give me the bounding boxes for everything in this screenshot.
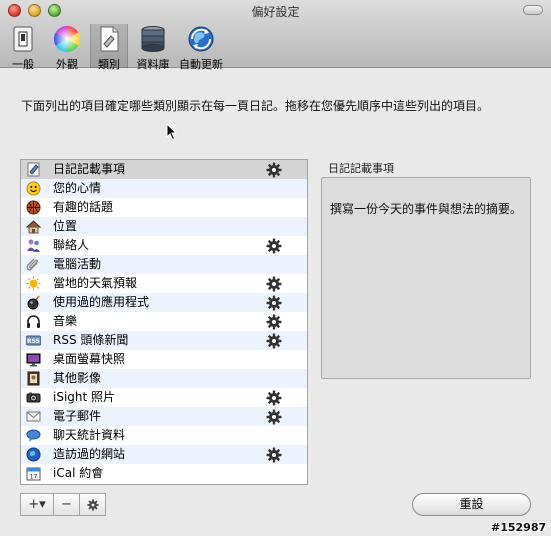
category-label: iCal 約會 <box>53 466 104 480</box>
category-row[interactable]: 位置 <box>21 217 307 236</box>
category-row[interactable]: iSight 照片 <box>21 388 307 407</box>
category-row[interactable]: 有趣的話題 <box>21 198 307 217</box>
gear-icon[interactable] <box>266 390 282 406</box>
toolbar-item-label: 自動更新 <box>179 58 223 71</box>
category-row[interactable]: 當地的天氣預報 <box>21 274 307 293</box>
globe-refresh-icon <box>188 26 214 52</box>
camera-icon <box>26 392 41 403</box>
instructions-text: 下面列出的項目確定哪些類別顯示在每一頁日記。拖移在您優先順序中這些列出的項目。 <box>21 99 490 113</box>
category-row[interactable]: RSS RSS 頭條新聞 <box>21 331 307 350</box>
window-title: 偏好設定 <box>251 5 300 19</box>
svg-text:17: 17 <box>30 474 38 481</box>
gear-icon[interactable] <box>266 447 282 463</box>
category-row[interactable]: 您的心情 <box>21 179 307 198</box>
headphones-icon <box>27 315 40 328</box>
watermark-text: #152987 <box>491 521 547 534</box>
category-label: 使用過的應用程式 <box>53 295 150 309</box>
category-label: 聊天統計資料 <box>53 428 126 442</box>
category-label: 您的心情 <box>53 181 102 195</box>
house-icon <box>26 220 41 234</box>
title-bar: 偏好設定 一般 外觀 類別 資料庫 自動更新 <box>0 0 551 71</box>
category-row[interactable]: 電子郵件 <box>21 407 307 426</box>
toolbar-item-label: 類別 <box>98 58 120 71</box>
svg-text:RSS: RSS <box>27 338 40 345</box>
detail-description: 撰寫一份今天的事件與想法的摘要。 <box>321 177 531 379</box>
toolbar-item-categories[interactable]: 類別 <box>90 24 128 71</box>
category-row[interactable]: 其他影像 <box>21 369 307 388</box>
toolbar-item-label: 一般 <box>12 58 34 71</box>
category-label: 電子郵件 <box>53 409 102 423</box>
journal-icon <box>27 162 40 177</box>
category-row[interactable]: 使用過的應用程式 <box>21 293 307 312</box>
basketball-icon <box>26 200 41 215</box>
category-label: RSS 頭條新聞 <box>53 333 129 347</box>
category-row[interactable]: 音樂 <box>21 312 307 331</box>
category-action-button[interactable] <box>79 493 106 516</box>
category-row[interactable]: 造訪過的網站 <box>21 445 307 464</box>
gear-icon[interactable] <box>266 238 282 254</box>
remove-category-button[interactable]: − <box>53 493 80 516</box>
bomb-icon <box>27 295 40 310</box>
category-label: 電腦活動 <box>53 257 102 271</box>
sun-icon <box>26 276 41 291</box>
category-label: 日記記載事項 <box>53 162 126 176</box>
smiley-icon <box>26 181 41 196</box>
category-label: 當地的天氣預報 <box>53 276 138 290</box>
category-label: 造訪過的網站 <box>53 447 126 461</box>
reset-button[interactable]: 重設 <box>412 493 531 516</box>
category-label: 音樂 <box>53 314 78 328</box>
category-label: 位置 <box>53 219 78 233</box>
category-row[interactable]: 桌面螢幕快照 <box>21 350 307 369</box>
gear-icon[interactable] <box>266 314 282 330</box>
toolbar-item-auto-update[interactable]: 自動更新 <box>176 24 226 71</box>
list-button-bar: +▾ − <box>20 493 106 516</box>
category-row[interactable]: 聊天統計資料 <box>21 426 307 445</box>
gear-icon[interactable] <box>266 295 282 311</box>
category-label: 桌面螢幕快照 <box>53 352 126 366</box>
gear-icon <box>86 498 99 511</box>
category-list[interactable]: 日記記載事項 您的心情有趣的話題位置聯絡人電腦活動當地的天氣預報 使用過的應用程式音… <box>20 159 308 485</box>
envelope-icon <box>26 411 41 422</box>
toolbar-item-label: 資料庫 <box>136 58 170 71</box>
toolbar-toggle-button[interactable] <box>523 5 543 15</box>
globe-icon <box>26 447 41 462</box>
category-row[interactable]: 17 iCal 約會 <box>21 464 307 483</box>
gear-icon[interactable] <box>266 333 282 349</box>
mouse-cursor-icon <box>166 123 178 141</box>
category-row[interactable]: 聯絡人 <box>21 236 307 255</box>
picture-frame-icon <box>27 371 40 386</box>
database-icon <box>141 26 165 52</box>
color-wheel-icon <box>53 25 81 53</box>
category-label: 有趣的話題 <box>53 200 114 214</box>
category-label: 聯絡人 <box>53 238 90 252</box>
switch-icon <box>13 26 33 52</box>
document-icon <box>100 26 119 52</box>
paperclip-icon <box>26 258 38 271</box>
preferences-window: 偏好設定 一般 外觀 類別 資料庫 自動更新 下面列出的項目確定哪些類別顯示在每… <box>0 0 551 536</box>
toolbar-item-appearance[interactable]: 外觀 <box>48 24 86 71</box>
monitor-icon <box>26 353 41 367</box>
category-label: 其他影像 <box>53 371 102 385</box>
gear-icon[interactable] <box>266 409 282 425</box>
category-row[interactable]: 電腦活動 <box>21 255 307 274</box>
gear-icon[interactable] <box>266 162 282 178</box>
category-row[interactable]: 日記記載事項 <box>21 160 307 179</box>
category-label: iSight 照片 <box>53 390 116 404</box>
add-category-button[interactable]: +▾ <box>20 493 54 516</box>
chat-bubble-icon <box>26 429 41 442</box>
people-icon <box>27 239 40 252</box>
toolbar-item-label: 外觀 <box>56 58 78 71</box>
rss-icon: RSS <box>26 335 41 346</box>
toolbar-item-database[interactable]: 資料庫 <box>132 24 174 71</box>
detail-title: 日記記載事項 <box>328 162 394 175</box>
calendar-icon: 17 <box>26 467 41 481</box>
toolbar-item-general[interactable]: 一般 <box>4 24 42 71</box>
gear-icon[interactable] <box>266 276 282 292</box>
